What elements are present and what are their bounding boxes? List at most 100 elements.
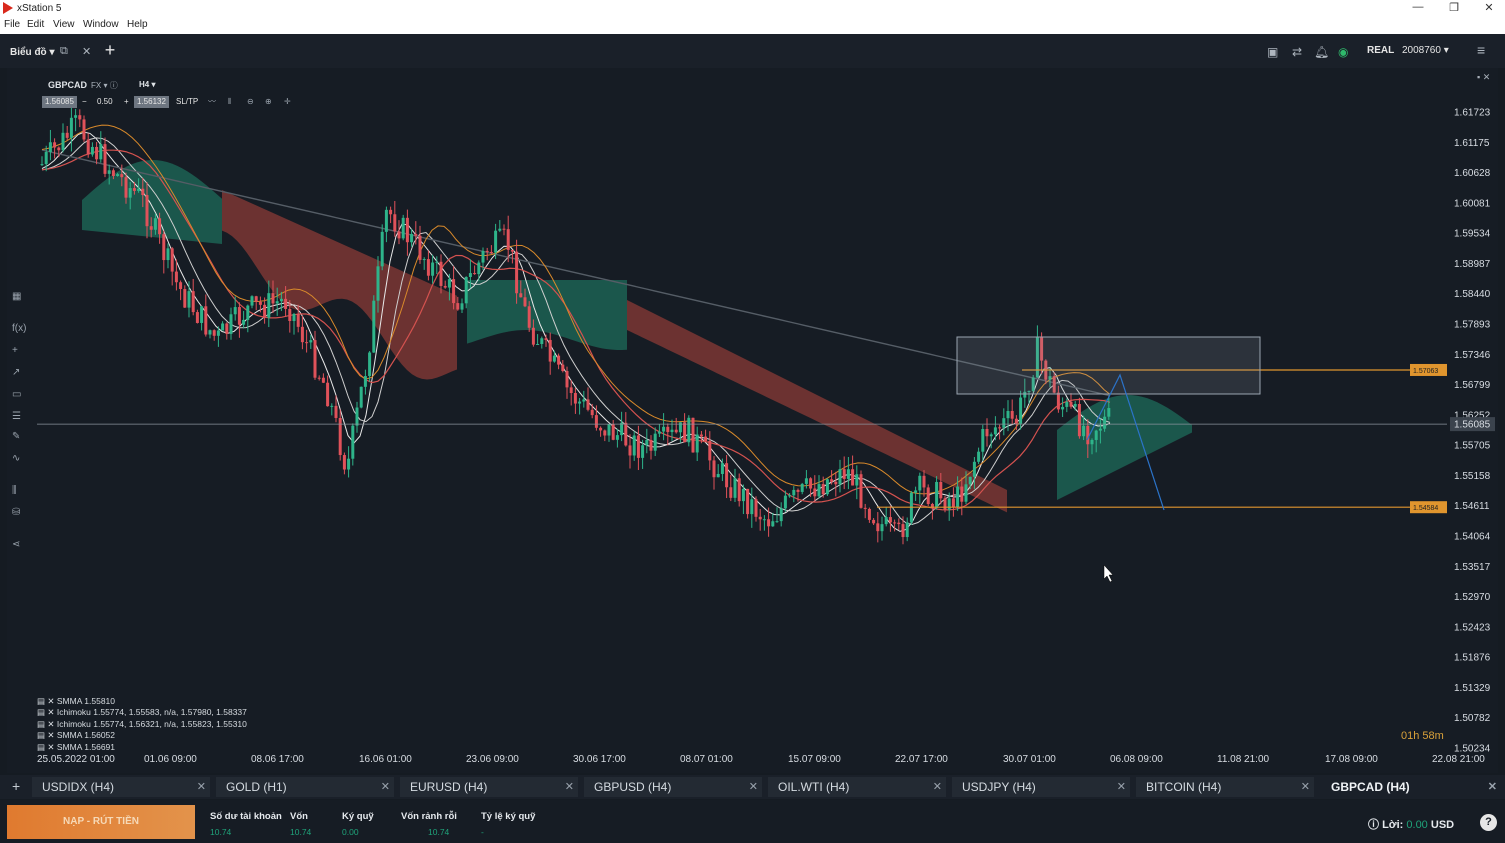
line-chart-icon[interactable]: 〰 <box>208 96 216 108</box>
menu-file[interactable]: File <box>4 19 20 30</box>
chart-canvas[interactable]: 1.61723 1.61175 1.60628 1.60081 1.59534 1.589… <box>7 68 1498 773</box>
share-icon[interactable]: ⋖ <box>12 539 20 550</box>
close-tab-icon[interactable]: ✕ <box>197 777 206 797</box>
help-icon[interactable]: ? <box>1480 814 1497 831</box>
add-tab-icon[interactable]: + <box>12 778 20 794</box>
date-axis-label: 22.07 17:00 <box>895 754 948 765</box>
candle <box>586 399 590 410</box>
legend-item[interactable]: ▤ ✕ SMMA 1.56691 <box>37 742 247 753</box>
rectangle-tool-icon[interactable]: ▭ <box>12 389 21 400</box>
connection-icon[interactable]: ⇄ <box>1292 45 1302 59</box>
pen-tool-icon[interactable]: ✎ <box>12 431 20 442</box>
menu-edit[interactable]: Edit <box>27 19 44 30</box>
date-axis-label: 22.08 21:00 <box>1432 754 1485 765</box>
price-axis-label: 1.53517 <box>1454 562 1491 573</box>
sltp-button[interactable]: SL/TP <box>176 96 198 108</box>
sell-price-button[interactable]: 1.56085 <box>42 96 77 108</box>
candle <box>888 517 892 523</box>
candle <box>145 195 149 227</box>
deposit-withdraw-button[interactable]: NẠP - RÚT TIỀN <box>7 805 195 839</box>
candle <box>132 188 136 191</box>
volume-value[interactable]: 0.50 <box>97 96 113 108</box>
close-tab-icon[interactable]: ✕ <box>82 45 91 58</box>
function-icon[interactable]: f(x) <box>12 323 26 334</box>
candle <box>674 429 678 433</box>
zoom-in-icon[interactable]: ⊕ <box>265 96 272 108</box>
candle <box>817 484 821 497</box>
wave-tool-icon[interactable]: ∿ <box>12 453 20 464</box>
tab-oilwti[interactable]: OIL.WTI (H4) ✕ <box>768 777 946 797</box>
detach-icon[interactable]: ⧉ <box>60 45 68 58</box>
zoom-out-icon[interactable]: ⊖ <box>247 96 254 108</box>
candle <box>498 228 502 231</box>
layers-icon[interactable]: ▦ <box>12 291 21 302</box>
close-tab-icon[interactable]: ✕ <box>749 777 758 797</box>
chart-panel[interactable]: 1.61723 1.61175 1.60628 1.60081 1.59534 1.589… <box>7 68 1498 773</box>
candle <box>884 517 888 525</box>
chart-menu-button[interactable]: Biểu đồ ▾ <box>10 47 54 58</box>
close-tab-icon[interactable]: ✕ <box>1301 777 1310 797</box>
candle <box>943 498 947 510</box>
candle <box>544 338 548 340</box>
timeframe-select[interactable]: H4 ▾ <box>139 80 155 89</box>
symbol-name[interactable]: GBPCAD <box>48 80 87 90</box>
legend-item[interactable]: ▤ ✕ SMMA 1.55810 <box>37 696 247 707</box>
candle <box>615 435 619 440</box>
bell-icon[interactable]: 🔔︎ <box>1314 45 1329 59</box>
plus-icon[interactable]: + <box>124 96 129 108</box>
tab-bitcoin[interactable]: BITCOIN (H4) ✕ <box>1136 777 1314 797</box>
close-tab-icon[interactable]: ✕ <box>565 777 574 797</box>
crosshair-icon[interactable]: ✛ <box>284 96 291 108</box>
account-number[interactable]: 2008760 ▾ <box>1402 45 1449 56</box>
candle <box>237 307 241 325</box>
candle <box>611 424 615 440</box>
tab-gbpusd[interactable]: GBPUSD (H4) ✕ <box>584 777 762 797</box>
candle <box>284 298 288 309</box>
line-tool-icon[interactable]: ↗ <box>12 367 20 378</box>
candle <box>435 261 439 263</box>
tab-gold[interactable]: GOLD (H1) ✕ <box>216 777 394 797</box>
crosshair-tool-icon[interactable]: + <box>12 345 18 356</box>
database-icon[interactable]: ⛁ <box>12 507 20 518</box>
candle <box>246 305 250 320</box>
candle <box>439 261 443 286</box>
minimize-icon[interactable]: — <box>1408 1 1428 13</box>
menu-help[interactable]: Help <box>127 19 148 30</box>
candle <box>662 426 666 432</box>
add-chart-button[interactable]: + <box>101 41 119 60</box>
market-type[interactable]: FX ▾ ⓘ <box>91 80 118 91</box>
close-icon[interactable]: ✕ <box>1479 1 1499 14</box>
tab-usdidx[interactable]: USDIDX (H4) ✕ <box>32 777 210 797</box>
tab-usdjpy[interactable]: USDJPY (H4) ✕ <box>952 777 1130 797</box>
layout-icon[interactable]: ▣ <box>1267 45 1278 59</box>
candle <box>851 469 855 486</box>
legend-item[interactable]: ▤ ✕ Ichimoku 1.55774, 1.56321, n/a, 1.55… <box>37 719 247 730</box>
close-tab-icon[interactable]: ✕ <box>1117 777 1126 797</box>
menu-window[interactable]: Window <box>83 19 119 30</box>
measure-icon[interactable]: ⫼ <box>12 485 17 496</box>
candle <box>321 377 325 383</box>
candle <box>704 436 708 442</box>
candle <box>422 259 426 261</box>
candle <box>74 115 78 118</box>
close-tab-icon[interactable]: ✕ <box>381 777 390 797</box>
wifi-icon: ◉ <box>1338 45 1349 59</box>
candle <box>170 248 174 272</box>
restore-icon[interactable]: ❐ <box>1444 1 1464 14</box>
menu-view[interactable]: View <box>53 19 75 30</box>
candle <box>636 435 640 458</box>
buy-price-button[interactable]: 1.56132 <box>134 96 169 108</box>
tab-gbpcad[interactable]: GBPCAD (H4) ✕ <box>1321 777 1501 797</box>
fib-tool-icon[interactable]: ☰ <box>12 411 21 422</box>
legend-item[interactable]: ▤ ✕ Ichimoku 1.55774, 1.55583, n/a, 1.57… <box>37 707 247 718</box>
candle <box>204 306 208 335</box>
candle <box>691 417 695 453</box>
close-tab-icon[interactable]: ✕ <box>1488 777 1497 797</box>
hamburger-icon[interactable]: ≡ <box>1477 42 1485 58</box>
tab-eurusd[interactable]: EURUSD (H4) ✕ <box>400 777 578 797</box>
legend-item[interactable]: ▤ ✕ SMMA 1.56052 <box>37 730 247 741</box>
minus-icon[interactable]: − <box>82 96 87 108</box>
close-tab-icon[interactable]: ✕ <box>933 777 942 797</box>
indicator-icon[interactable]: ⫴ <box>228 96 231 108</box>
candle <box>1077 403 1081 437</box>
